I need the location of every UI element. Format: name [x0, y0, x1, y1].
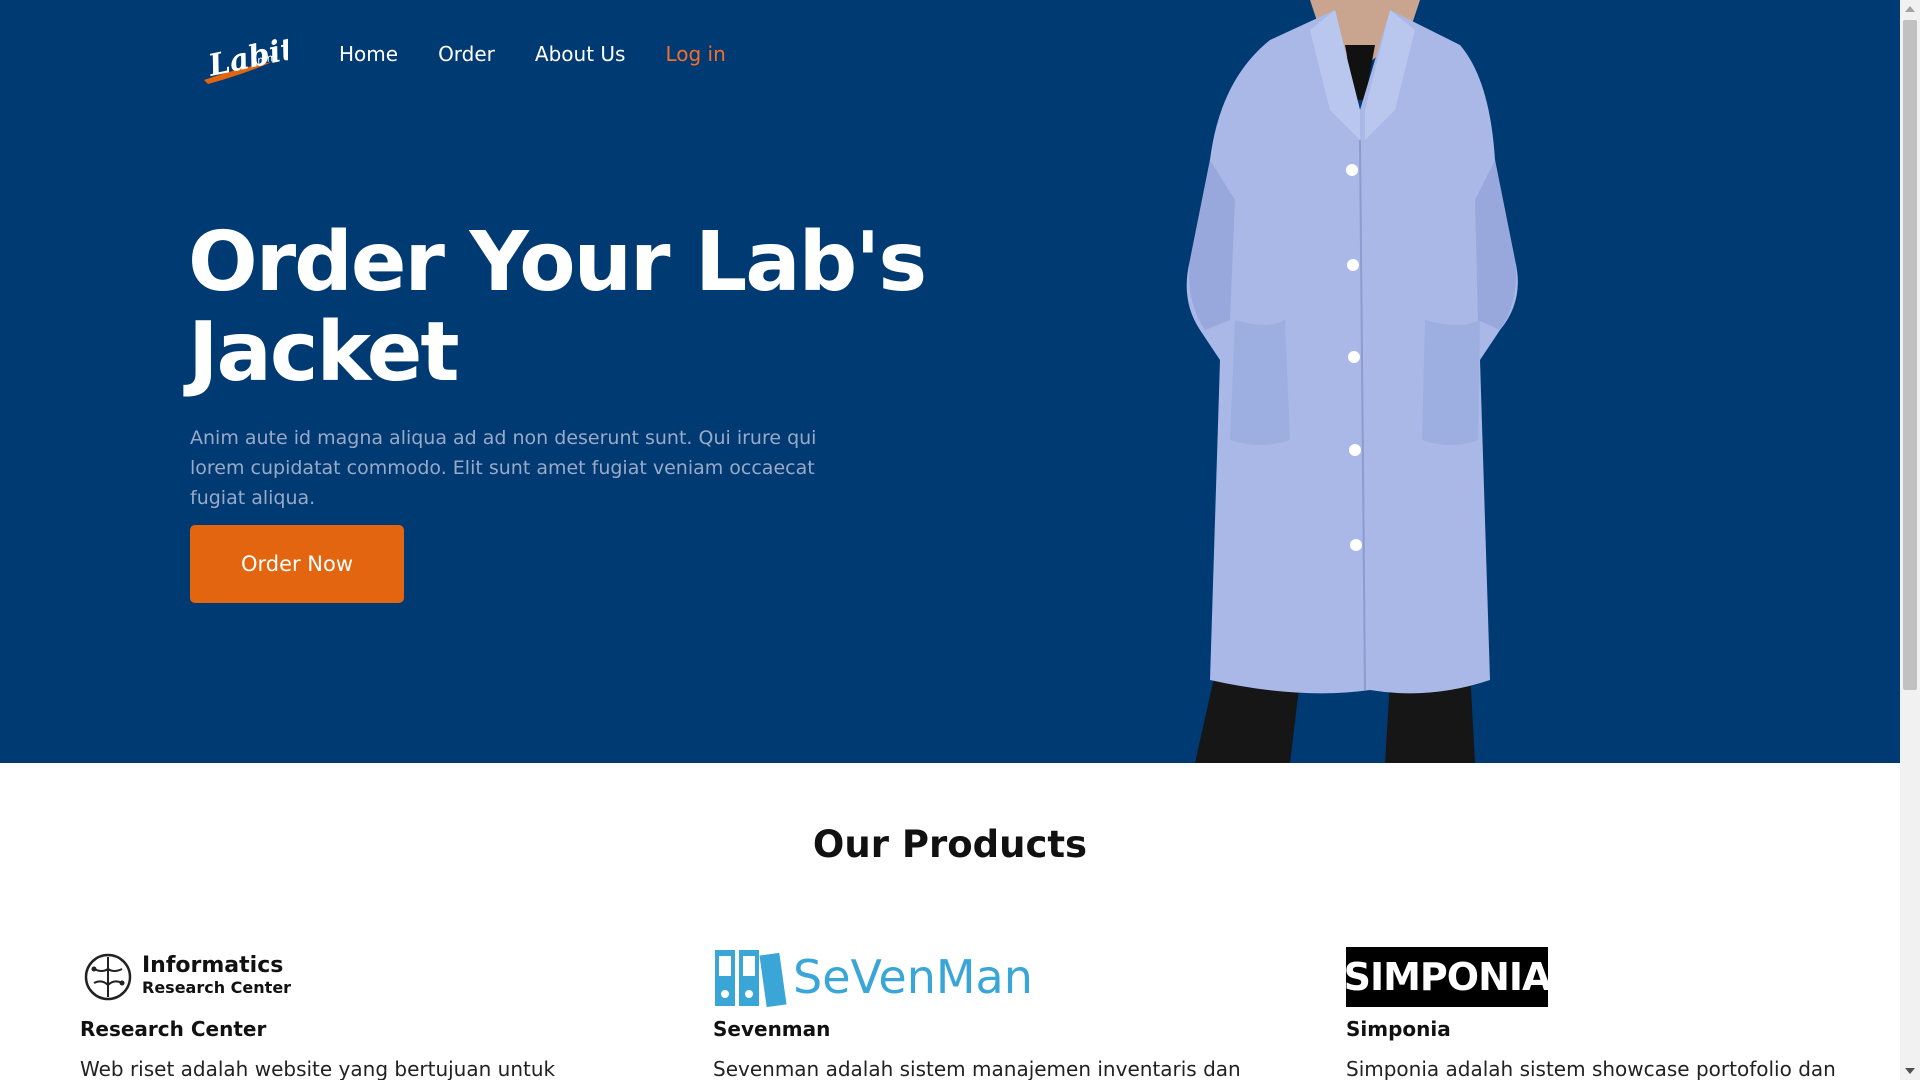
product-title: Simponia [1346, 1017, 1451, 1041]
product-card-research-center[interactable]: Informatics Research Center Research Cen… [80, 945, 640, 1080]
nav-order[interactable]: Order [438, 42, 495, 66]
main-nav: Home Order About Us Log in [339, 42, 726, 66]
hero-headline: Order Your Lab's Jacket [188, 215, 927, 400]
product-card-simponia[interactable]: SIMPONIA Simponia Simponia adalah sistem… [1344, 945, 1906, 1080]
product-title: Research Center [80, 1017, 267, 1041]
brain-icon [84, 953, 132, 1001]
product-description: Simponia adalah sistem showcase portofol… [1346, 1057, 1836, 1080]
hero-section: Labit umm Home Order About Us Log in Ord… [0, 0, 1900, 763]
scroll-up-icon[interactable] [1905, 6, 1915, 12]
scroll-down-icon[interactable] [1905, 1068, 1915, 1074]
product-card-sevenman[interactable]: SeVenMan Sevenman Sevenman adalah sistem… [713, 945, 1273, 1080]
nav-login[interactable]: Log in [665, 42, 725, 66]
labit-logo-icon: Labit umm [204, 31, 298, 84]
informatics-brand-logo: Informatics Research Center [80, 945, 640, 1009]
products-title: Our Products [812, 823, 1088, 866]
informatics-brand-line1: Informatics [142, 953, 284, 978]
sevenman-brand-text: SeVenMan [793, 950, 1033, 1004]
lab-coat-person-image [1186, 0, 1518, 763]
simponia-logo: SIMPONIA [1344, 945, 1906, 1009]
nav-home[interactable]: Home [339, 42, 398, 66]
simponia-brand-text: SIMPONIA [1344, 947, 1551, 1007]
informatics-brand-line2: Research Center [142, 978, 292, 997]
hero-lead: Anim aute id magna aliqua ad ad non dese… [190, 427, 817, 509]
nav-about-us[interactable]: About Us [535, 42, 626, 66]
sevenman-brand-logo: SeVenMan [713, 945, 1273, 1009]
labit-logo[interactable]: Labit umm [198, 18, 298, 104]
product-description: Web riset adalah website yang bertujuan … [80, 1057, 556, 1080]
page-scrollbar[interactable] [1900, 0, 1920, 1080]
product-description: Sevenman adalah sistem manajemen inventa… [713, 1057, 1241, 1080]
product-title: Sevenman [713, 1017, 831, 1041]
binders-icon [715, 950, 787, 1008]
order-now-button[interactable]: Order Now [190, 525, 404, 603]
scroll-thumb[interactable] [1903, 20, 1917, 690]
